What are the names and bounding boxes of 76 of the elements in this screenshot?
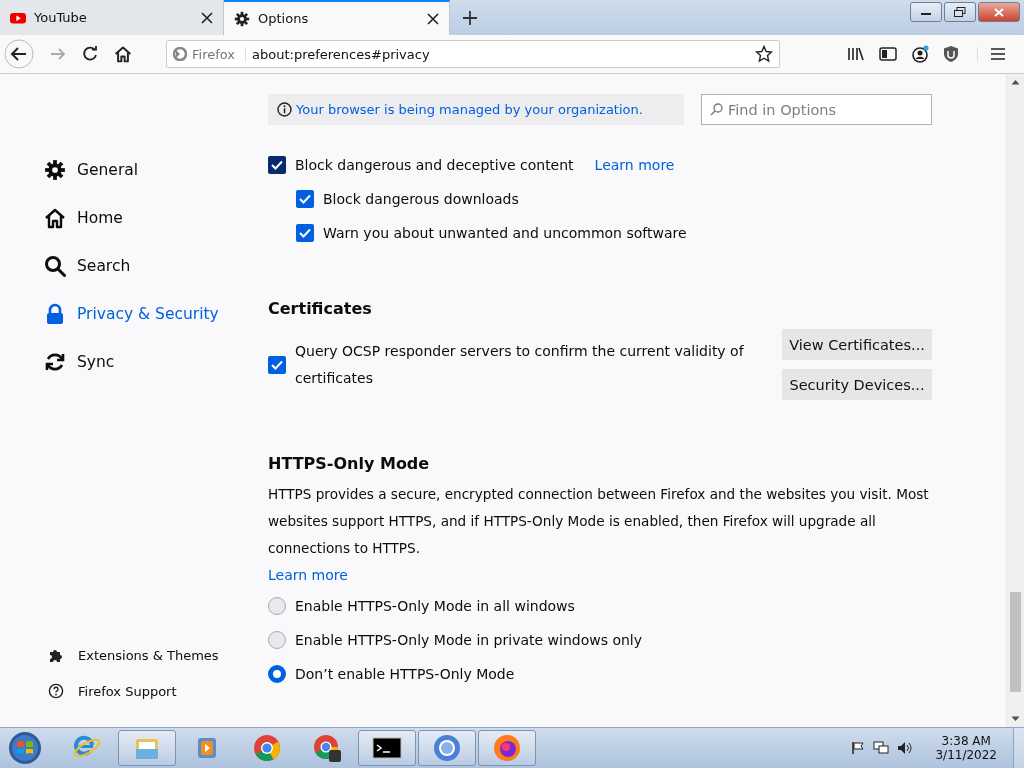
minimize-button[interactable] bbox=[910, 2, 942, 22]
info-icon bbox=[277, 102, 292, 117]
category-item[interactable]: Privacy & Security bbox=[44, 298, 268, 330]
close-button[interactable] bbox=[978, 2, 1020, 22]
footer-link[interactable]: Firefox Support bbox=[44, 681, 268, 701]
flag-icon[interactable] bbox=[851, 741, 866, 755]
taskbar-button[interactable] bbox=[358, 730, 416, 766]
search-icon bbox=[44, 255, 66, 277]
scroll-up-icon[interactable] bbox=[1011, 79, 1020, 85]
chrome-icon bbox=[312, 733, 342, 763]
search-field[interactable]: Find in Options bbox=[701, 94, 932, 125]
checkbox[interactable] bbox=[268, 355, 286, 374]
speaker-icon[interactable] bbox=[897, 741, 914, 755]
library-icon[interactable] bbox=[847, 46, 865, 62]
restore-button[interactable] bbox=[944, 2, 976, 22]
radio-label[interactable]: Enable HTTPS-Only Mode in private windows only bbox=[295, 632, 643, 648]
url-text: about:preferences#privacy bbox=[252, 46, 431, 62]
scroll-thumb[interactable] bbox=[1010, 592, 1021, 692]
scrollbar[interactable] bbox=[1006, 74, 1024, 727]
checkbox[interactable] bbox=[296, 190, 314, 208]
menu-icon[interactable] bbox=[990, 47, 1006, 61]
home-icon bbox=[44, 207, 66, 229]
radio-label[interactable]: Don’t enable HTTPS-Only Mode bbox=[295, 666, 515, 682]
checkbox-label[interactable]: Query OCSP responder servers to confirm the current validity of certificates bbox=[295, 337, 758, 392]
category-item[interactable]: Search bbox=[44, 250, 268, 282]
start-icon[interactable] bbox=[8, 731, 42, 765]
checkbox-label[interactable]: Block dangerous downloads bbox=[323, 191, 519, 207]
star-icon[interactable] bbox=[755, 45, 773, 63]
browser-tab[interactable]: Options bbox=[224, 0, 450, 35]
back-icon[interactable] bbox=[4, 39, 34, 69]
puzzle-icon bbox=[48, 647, 64, 663]
close-icon bbox=[994, 7, 1004, 17]
sync-icon bbox=[44, 351, 66, 373]
radio-label[interactable]: Enable HTTPS-Only Mode in all windows bbox=[295, 598, 575, 614]
gear-icon bbox=[234, 10, 250, 27]
checkbox-label[interactable]: Block dangerous and deceptive content bbox=[295, 157, 574, 173]
shield-icon[interactable] bbox=[943, 45, 959, 63]
identity-label: Firefox bbox=[192, 46, 236, 62]
section-heading: HTTPS-Only Mode bbox=[268, 454, 431, 475]
category-item[interactable]: Home bbox=[44, 202, 268, 234]
close-icon[interactable] bbox=[201, 11, 213, 24]
sidebar-icon[interactable] bbox=[879, 46, 897, 62]
scroll-down-icon[interactable] bbox=[1011, 716, 1020, 722]
section-heading: Certificates bbox=[268, 299, 373, 320]
learn-more-link[interactable]: Learn more bbox=[268, 567, 348, 583]
checkbox-label[interactable]: Warn you about unwanted and uncommon software bbox=[323, 225, 687, 241]
clock[interactable]: 3:38 AM 3/11/2022 bbox=[935, 734, 997, 762]
reload-icon[interactable] bbox=[82, 46, 98, 62]
close-icon[interactable] bbox=[427, 12, 439, 25]
learn-more-link[interactable]: Learn more bbox=[594, 157, 675, 173]
restore-icon bbox=[954, 7, 966, 17]
checkbox[interactable] bbox=[268, 156, 286, 174]
section-description: HTTPS provides a secure, encrypted connection between Firefox and the websites you visit. Most websites support HTTPS, and if HTTPS-Only Mode is enabled, then Firefox will upgrade all connections to HTTPS. bbox=[268, 485, 930, 558]
radio-button[interactable] bbox=[268, 631, 286, 649]
dialog-button[interactable]: Security Devices... bbox=[782, 369, 932, 400]
chromium-icon bbox=[432, 733, 462, 763]
account-icon[interactable] bbox=[911, 45, 929, 63]
firefox-icon bbox=[173, 47, 187, 61]
category-item[interactable]: Sync bbox=[44, 346, 268, 378]
chrome-icon bbox=[252, 733, 282, 763]
dialog-button[interactable]: View Certificates... bbox=[782, 329, 932, 360]
lock-icon bbox=[44, 303, 66, 325]
gear-icon bbox=[44, 159, 66, 181]
search-icon bbox=[710, 103, 723, 116]
network-icon[interactable] bbox=[873, 741, 890, 755]
radio-button[interactable] bbox=[268, 665, 286, 683]
browser-tab[interactable]: YouTube bbox=[0, 0, 224, 35]
new-tab-icon[interactable] bbox=[462, 9, 478, 26]
checkbox[interactable] bbox=[296, 224, 314, 242]
help-icon bbox=[48, 683, 64, 699]
home-icon[interactable] bbox=[114, 45, 132, 63]
radio-button[interactable] bbox=[268, 597, 286, 615]
firefox-icon bbox=[492, 733, 522, 763]
category-item[interactable]: General bbox=[44, 154, 268, 186]
footer-link[interactable]: Extensions & Themes bbox=[44, 645, 268, 665]
address-bar[interactable]: Firefox about:preferences#privacy bbox=[166, 40, 780, 68]
